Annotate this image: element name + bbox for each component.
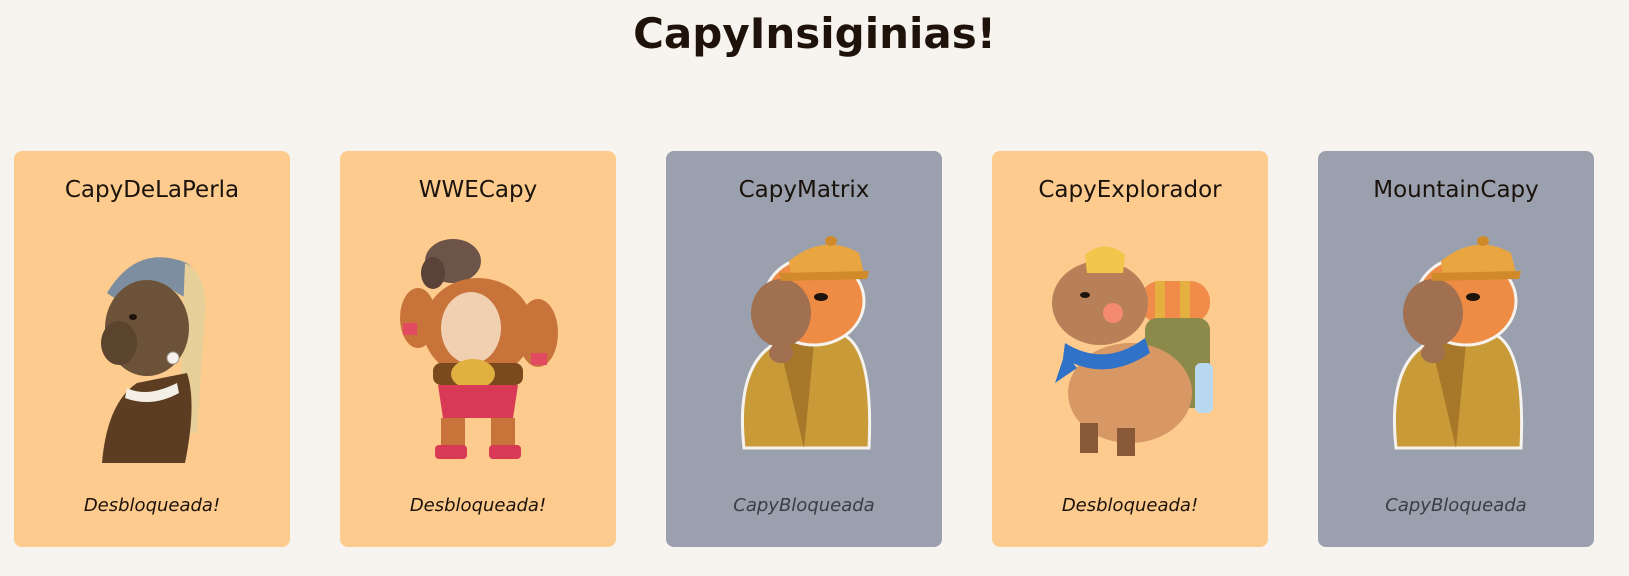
badge-title: CapyDeLaPerla (64, 177, 240, 203)
badge-card-capymatrix[interactable]: CapyMatrix CapyBloqueada (666, 151, 942, 547)
badge-status: Desbloqueada! (1061, 495, 1199, 516)
capybara-detective-image (1371, 233, 1541, 463)
badge-status: CapyBloqueada (1385, 495, 1527, 516)
badge-status: Desbloqueada! (409, 495, 547, 516)
badge-title: CapyMatrix (738, 177, 870, 203)
badge-title: MountainCapy (1373, 177, 1539, 203)
badge-card-wwecapy[interactable]: WWECapy Desbloqueada! (340, 151, 616, 547)
badge-status: Desbloqueada! (83, 495, 221, 516)
capybara-wrestler-image (393, 233, 563, 463)
badge-grid: CapyDeLaPerla Desbloqueada! WWECapy Desb… (14, 151, 1594, 547)
badge-card-capydelaperla[interactable]: CapyDeLaPerla Desbloqueada! (14, 151, 290, 547)
badge-status: CapyBloqueada (733, 495, 875, 516)
badge-card-capyexplorador[interactable]: CapyExplorador Desbloqueada! (992, 151, 1268, 547)
badge-title: WWECapy (418, 177, 538, 203)
capybara-pearl-earring-image (67, 233, 237, 463)
badge-card-mountaincapy[interactable]: MountainCapy CapyBloqueada (1318, 151, 1594, 547)
capybara-explorer-image (1045, 233, 1215, 463)
capybara-detective-image (719, 233, 889, 463)
page-title: CapyInsiginias! (633, 9, 996, 58)
badge-title: CapyExplorador (1038, 177, 1222, 203)
